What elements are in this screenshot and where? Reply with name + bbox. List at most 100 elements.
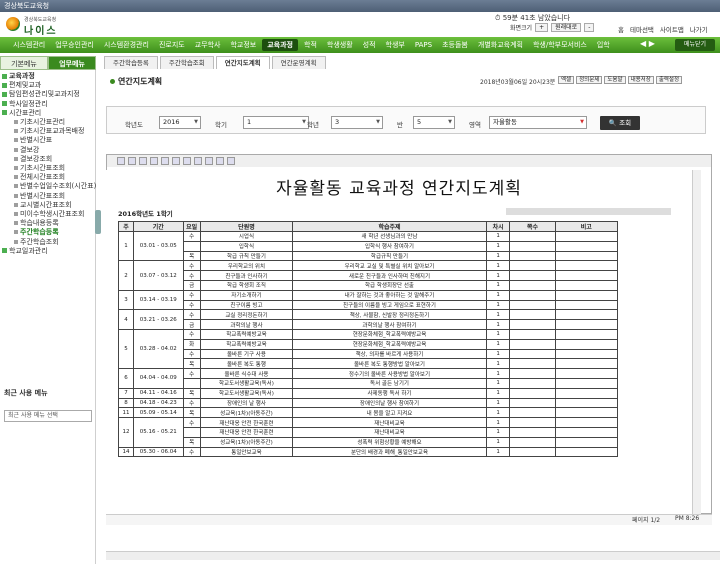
topic-cell: 친구들의 이름을 빙고 게임으로 표현하기 bbox=[292, 299, 487, 311]
tree-item[interactable]: 학사일정관리 bbox=[0, 100, 96, 109]
left-tabs: 기본메뉴 업무메뉴 bbox=[0, 56, 96, 70]
menu-item[interactable]: 학생부 bbox=[381, 37, 410, 53]
menu-item[interactable]: 학생/학부모서비스 bbox=[528, 37, 592, 53]
menu-item[interactable]: 진로지도 bbox=[154, 37, 190, 53]
page-info: 페이지 1/2 bbox=[632, 517, 661, 524]
term-select[interactable]: 1 ▼ bbox=[243, 116, 309, 129]
pages-cell bbox=[509, 417, 556, 428]
top-link[interactable]: 테마선택 bbox=[630, 24, 654, 34]
menu-item[interactable]: 학적 bbox=[299, 37, 322, 53]
note-cell bbox=[554, 231, 619, 242]
page-tab[interactable]: 연간지도계획 bbox=[215, 56, 270, 69]
menu-item[interactable]: 시스템환경관리 bbox=[99, 37, 154, 53]
action-button[interactable]: 내용저장 bbox=[627, 76, 654, 84]
hwp-icon[interactable] bbox=[216, 157, 224, 165]
class-select[interactable]: 5 ▼ bbox=[413, 116, 455, 129]
vertical-scrollbar[interactable] bbox=[692, 170, 701, 515]
table-row: 14 05.30 - 06.04 수 통일안보교육 분단의 배경과 폐해_통일안보교육 1 bbox=[117, 446, 619, 458]
page-tab[interactable]: 주간학습등록 bbox=[104, 56, 158, 69]
tree-item[interactable]: 교시별시간표조회 bbox=[0, 201, 96, 210]
menu-item[interactable]: 학생생활 bbox=[322, 37, 358, 53]
tree-item[interactable]: 전체시간표조회 bbox=[0, 173, 96, 182]
menu-item[interactable]: 성적 bbox=[358, 37, 381, 53]
left-tab[interactable]: 기본메뉴 bbox=[0, 56, 48, 70]
tree-item[interactable]: 학습내용등록 bbox=[0, 219, 96, 228]
tree-item[interactable]: 기초시간표관리 bbox=[0, 118, 96, 127]
action-button[interactable]: 엑셀 bbox=[558, 76, 575, 84]
tree-item[interactable]: 주간학습등록 bbox=[0, 228, 96, 237]
tree-item[interactable]: 탐임편성관리및교과지정 bbox=[0, 90, 96, 99]
last-page-icon[interactable] bbox=[194, 157, 202, 165]
menu-item[interactable]: 초등돌봄 bbox=[437, 37, 473, 53]
prev-page-icon[interactable] bbox=[172, 157, 180, 165]
page-icon bbox=[14, 230, 18, 235]
unit-cell: 학교폭력예방교육 bbox=[199, 328, 294, 340]
app-logo[interactable]: 경상북도교육청 나이스 bbox=[6, 15, 86, 37]
tree-item[interactable]: 편제및교과 bbox=[0, 81, 96, 90]
chevron-down-icon: ▼ bbox=[194, 119, 198, 125]
menu-item[interactable]: 개별화교육계획 bbox=[473, 37, 528, 53]
excel-icon[interactable] bbox=[205, 157, 213, 165]
recent-menu-select[interactable]: 최근 사용 메뉴 선택 bbox=[4, 410, 92, 422]
day-cell: 수 bbox=[182, 309, 201, 321]
save-icon[interactable] bbox=[117, 157, 125, 165]
action-button[interactable]: 출력설정 bbox=[655, 76, 683, 84]
tree-item[interactable]: 주간학습조회 bbox=[0, 238, 96, 247]
menu-item[interactable]: 시스템관리 bbox=[8, 37, 50, 53]
top-link[interactable]: 홈 bbox=[618, 24, 624, 34]
note-cell bbox=[554, 289, 619, 301]
topic-cell: 우리학교 교실 및 특별실 위치 알아보기 bbox=[292, 260, 487, 272]
action-button[interactable]: 도움말 bbox=[604, 76, 626, 84]
column-header: 학습주제 bbox=[292, 221, 487, 232]
action-button[interactable]: 정의문제 bbox=[576, 76, 603, 84]
menu-item[interactable]: 학교정보 bbox=[225, 37, 261, 53]
horizontal-scrollbar[interactable] bbox=[106, 551, 720, 560]
menu-item[interactable]: 입학 bbox=[592, 37, 615, 53]
top-link[interactable]: 나가기 bbox=[690, 24, 708, 34]
tree-item[interactable]: 학교일과관리 bbox=[0, 247, 96, 256]
pages-cell bbox=[509, 358, 556, 370]
tree-item[interactable]: 반별시간표조회 bbox=[0, 192, 96, 201]
print-icon[interactable] bbox=[128, 157, 136, 165]
period-cell: 05.16 - 05.21 bbox=[133, 417, 184, 448]
topic-cell: 현장문화체험_학교폭력예방교육 bbox=[292, 328, 487, 340]
tree-item[interactable]: 반별수업일수조회(시간표) bbox=[0, 182, 96, 191]
page-tab[interactable]: 주간학습조회 bbox=[159, 56, 214, 69]
first-page-icon[interactable] bbox=[161, 157, 169, 165]
find-icon[interactable] bbox=[150, 157, 158, 165]
menu-item[interactable]: 교무학사 bbox=[190, 37, 226, 53]
panel-collapse-handle[interactable] bbox=[95, 210, 101, 234]
tree-item[interactable]: 시간표관리 bbox=[0, 109, 96, 118]
tree-item[interactable]: 미이수학생시간표조회 bbox=[0, 210, 96, 219]
tree-item[interactable]: 반별시간표 bbox=[0, 136, 96, 145]
menu-item[interactable]: PAPS bbox=[410, 37, 437, 53]
title-bullet-icon bbox=[110, 79, 115, 84]
tree-item[interactable]: 결보강 bbox=[0, 146, 96, 155]
page-tab[interactable]: 연간운영계획 bbox=[271, 56, 326, 69]
left-tab[interactable]: 업무메뉴 bbox=[48, 56, 96, 70]
grade-select[interactable]: 3 ▼ bbox=[331, 116, 383, 129]
tree-item[interactable]: 기초시간표교과목배정 bbox=[0, 127, 96, 136]
pdf-icon[interactable] bbox=[227, 157, 235, 165]
table-row: 목 올바른 복도 통행 올바른 복도 통행방법 알아보기 1 bbox=[119, 358, 619, 370]
tree-item[interactable]: 결보강조회 bbox=[0, 155, 96, 164]
menu-scroll-arrows[interactable]: ◀ ▶ bbox=[640, 39, 655, 48]
menu-item[interactable]: 교육과정 bbox=[262, 39, 298, 51]
topic-cell: 내가 잘하는 것과 좋아하는 것 말해주기 bbox=[292, 289, 487, 301]
tree-item-label: 반별시간표 bbox=[20, 136, 53, 145]
tree-item[interactable]: 기초시간표조회 bbox=[0, 164, 96, 173]
zoom-reset-button[interactable]: 원래대로 bbox=[551, 23, 582, 32]
zoom-icon[interactable] bbox=[139, 157, 147, 165]
zoom-plus-button[interactable]: + bbox=[535, 23, 549, 32]
top-link[interactable]: 사이트맵 bbox=[660, 24, 684, 34]
close-all-menu-button[interactable]: 메뉴닫기 bbox=[675, 39, 715, 51]
year-select[interactable]: 2016 ▼ bbox=[159, 116, 201, 129]
report-term: 2016학년도 1학기 bbox=[118, 210, 173, 218]
search-button[interactable]: 🔍 조회 bbox=[600, 116, 640, 130]
tree-item[interactable]: 교육과정 bbox=[0, 72, 96, 81]
tree-item-label: 미이수학생시간표조회 bbox=[20, 210, 85, 219]
next-page-icon[interactable] bbox=[183, 157, 191, 165]
zoom-minus-button[interactable]: - bbox=[584, 23, 595, 32]
menu-item[interactable]: 업무승인관리 bbox=[50, 37, 99, 53]
area-select[interactable]: 자율활동 ▼ bbox=[489, 116, 587, 129]
